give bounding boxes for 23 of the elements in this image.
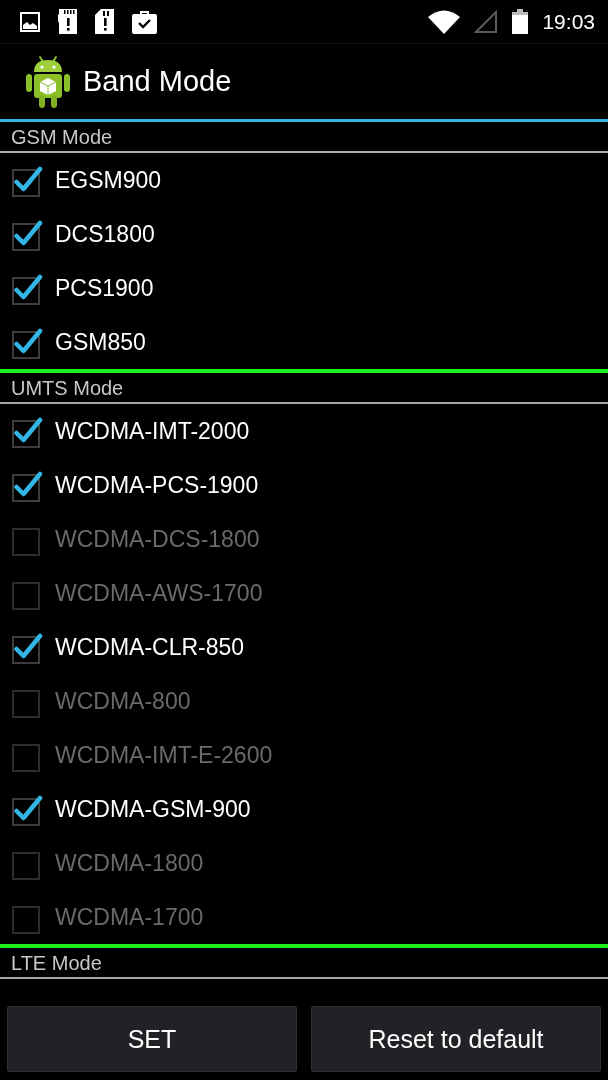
section-header: GSM Mode — [11, 126, 113, 147]
band-checkbox[interactable]: GSM850 — [11, 325, 146, 359]
sd-card-alert-icon — [95, 9, 114, 34]
band-checkbox[interactable]: WCDMA-PCS-1900 — [11, 468, 259, 502]
android-robot-icon — [25, 54, 71, 109]
band-checkbox[interactable]: WCDMA-GSM-900 — [11, 792, 251, 826]
action-button[interactable]: Reset to default — [311, 1006, 601, 1072]
band-checkbox[interactable]: WCDMA-IMT-2000 — [11, 414, 250, 448]
band-checkbox[interactable]: PCS1900 — [11, 271, 154, 305]
image-icon — [20, 11, 40, 32]
section-header: LTE Mode — [11, 952, 102, 973]
band-checkbox[interactable]: EGSM900 — [11, 163, 162, 197]
band-checkbox[interactable]: DCS1800 — [11, 217, 155, 251]
action-button[interactable]: SET — [7, 1006, 297, 1072]
band-checkbox[interactable]: WCDMA-CLR-850 — [11, 630, 245, 664]
battery-icon — [512, 9, 529, 34]
status-time: 19:03 — [542, 11, 595, 32]
wifi-icon — [428, 9, 461, 34]
section-header: UMTS Mode — [11, 377, 124, 398]
briefcase-check-icon — [132, 9, 157, 34]
signal-icon — [474, 9, 499, 34]
sd-card-alert-icon — [58, 9, 77, 34]
screen-title: Band Mode — [83, 67, 232, 96]
